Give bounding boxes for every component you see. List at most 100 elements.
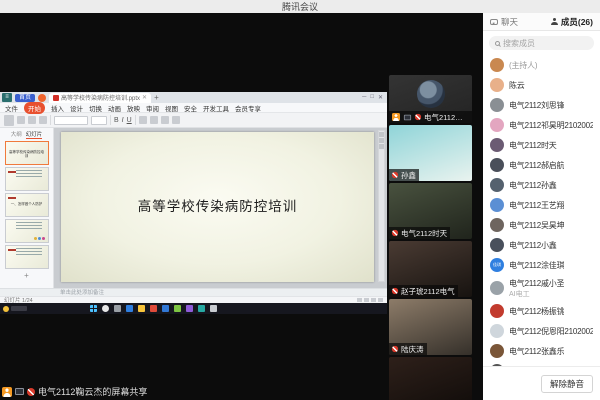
wps-menu-tab: 开始: [24, 102, 45, 114]
tab-chat[interactable]: 聊天: [490, 16, 518, 28]
member-name: 电气2112孙鑫: [509, 180, 557, 191]
slide-title: 高等学校传染病防控培训: [61, 195, 374, 215]
tab-close-icon: ✕: [142, 94, 147, 101]
cut-icon: [17, 116, 25, 124]
member-row[interactable]: 电气2112杨振铫: [483, 301, 600, 321]
member-row[interactable]: 陈云: [483, 75, 600, 95]
member-row[interactable]: 电气2112郝启航: [483, 155, 600, 175]
tile-name-label: 电气2112鞠云杰…: [389, 111, 472, 123]
wps-menu-tab: 动画: [108, 103, 121, 113]
sun-icon: [3, 306, 9, 312]
document-title: 高等学校传染病防控培训.pptx: [61, 93, 140, 102]
window-control-icon: ✕: [378, 94, 383, 101]
wps-menu-tab: 开发工具: [203, 103, 229, 113]
wps-menu-tab: 切换: [89, 103, 102, 113]
participant-name: 电气2112鞠云杰…: [424, 112, 469, 123]
window-control-icon: ─: [362, 94, 366, 101]
member-row[interactable]: (主持人): [483, 55, 600, 75]
wps-menu-tab: 插入: [51, 103, 64, 113]
member-name: 电气2112小鑫: [509, 240, 557, 251]
member-name: 电气2112杨振铫: [509, 306, 564, 317]
chat-bubble-icon: [490, 19, 498, 25]
canvas-scrollbar: [378, 130, 385, 282]
wps-menu-tab: 设计: [70, 103, 83, 113]
avatar: [490, 78, 504, 92]
member-name: (主持人): [509, 60, 537, 71]
slide-canvas: 高等学校传染病防控培训: [54, 128, 387, 288]
participant-name: 孙鑫: [401, 170, 416, 181]
video-tile[interactable]: 孙鑫: [389, 125, 472, 181]
unmute-button[interactable]: 解除静音: [541, 375, 593, 393]
avatar: [490, 58, 504, 72]
window-control-icon: □: [370, 94, 374, 101]
notes-bar: 单击此处添加备注: [0, 288, 387, 296]
app-titlebar: 腾讯会议: [0, 0, 600, 13]
video-tile[interactable]: 电气2112杨振铫: [389, 357, 472, 400]
muted-mic-icon: [392, 346, 398, 352]
participant-name: 陆庆涛: [401, 344, 424, 355]
member-row[interactable]: 电气2112倪恩阳210200270119: [483, 321, 600, 341]
video-tile[interactable]: 赵子琥2112电气: [389, 241, 472, 297]
slide-thumbnail: 一、怎样做个人防护: [5, 193, 49, 217]
member-name: 电气2112倪恩阳210200270119: [509, 326, 593, 337]
person-icon: [551, 18, 558, 25]
muted-mic-icon: [392, 172, 398, 178]
taskbar-app-icon: [210, 305, 217, 312]
italic-icon: I: [122, 117, 124, 124]
wps-home-tab: 首页: [15, 94, 35, 102]
bold-icon: B: [114, 117, 119, 124]
members-panel: 聊天 成员(26) 搜索成员 (主持人) 陈云 电气2112刘思锋: [483, 13, 600, 400]
shared-screen: ≡ 首页 高等学校传染病防控培训.pptx ✕ + ─□✕ 文件开始插入设计切换…: [0, 92, 387, 314]
align-center-icon: [150, 116, 158, 124]
video-tile[interactable]: 电气2112时天: [389, 183, 472, 239]
font-size-dropdown: [91, 116, 107, 125]
bullet-list-icon: [161, 116, 169, 124]
avatar: 佳琪: [490, 258, 504, 272]
member-subtitle: AI电工: [509, 289, 564, 299]
wps-toolbar: B I U: [0, 113, 387, 128]
avatar: [490, 178, 504, 192]
member-row[interactable]: 电气2112吴昊坤: [483, 215, 600, 235]
format-painter-icon: [39, 116, 47, 124]
member-name: 电气2112王艺翔: [509, 200, 564, 211]
muted-mic-icon: [392, 288, 398, 294]
member-name: 陈云: [509, 80, 525, 91]
copy-icon: [28, 116, 36, 124]
panel-footer: 解除静音: [483, 366, 600, 400]
video-tile[interactable]: 电气2112鞠云杰…: [389, 75, 472, 123]
tile-name-label: 电气2112时天: [389, 227, 450, 239]
member-row[interactable]: 电气2112时天: [483, 135, 600, 155]
wps-menu-tab: 放映: [127, 103, 140, 113]
avatar: [490, 198, 504, 212]
member-search[interactable]: 搜索成员: [483, 31, 600, 53]
tab-members[interactable]: 成员(26): [551, 16, 593, 28]
avatar: [490, 281, 504, 295]
member-row[interactable]: 电气2112刘思锋: [483, 95, 600, 115]
windows-taskbar: [0, 303, 387, 314]
member-row[interactable]: 电气2112祁昊明210200270107: [483, 115, 600, 135]
slide-counter: 幻灯片 1/24: [4, 296, 33, 304]
member-row[interactable]: 佳琪 电气2112涂佳琪: [483, 255, 600, 275]
search-icon: [495, 41, 500, 46]
wps-menubar: 文件开始插入设计切换动画放映审阅视图安全开发工具会员专享: [0, 103, 387, 113]
member-name: 电气2112祁昊明210200270107: [509, 120, 593, 131]
member-row[interactable]: 电气2112王艺翔: [483, 195, 600, 215]
host-badge-icon: [392, 113, 400, 121]
member-row[interactable]: 电气2112戚小圣 AI电工: [483, 275, 600, 301]
wps-menu-tab: 安全: [184, 103, 197, 113]
taskbar-app-icon: [150, 305, 157, 312]
host-badge-icon: [2, 387, 12, 397]
member-row[interactable]: 电气2112孙鑫: [483, 175, 600, 195]
avatar: [490, 98, 504, 112]
member-row[interactable]: 电气2112小鑫: [483, 235, 600, 255]
muted-mic-icon: [392, 230, 398, 236]
tile-name-label: 孙鑫: [389, 169, 419, 181]
thumb-panel-tab: 幻灯片: [26, 130, 43, 139]
taskbar-app-icon: [138, 305, 145, 312]
taskbar-app-icon: [126, 305, 133, 312]
wps-statusbar: 幻灯片 1/24: [0, 296, 387, 303]
member-row[interactable]: 电气2112张鑫乐: [483, 341, 600, 361]
wps-logo-icon: [38, 94, 46, 102]
video-tile[interactable]: 陆庆涛: [389, 299, 472, 355]
screen-share-icon: [404, 114, 411, 120]
